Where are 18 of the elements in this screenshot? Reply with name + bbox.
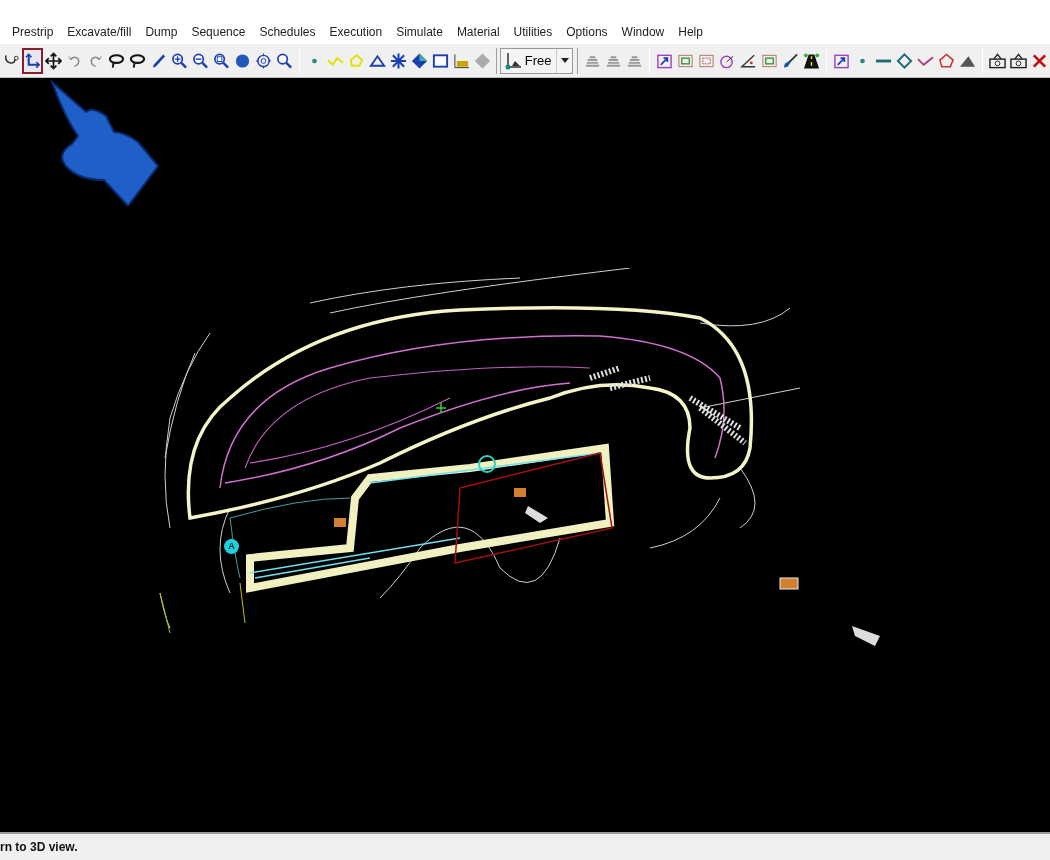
view-mode-dropdown[interactable]: Free — [499, 47, 574, 74]
pointing-hand-icon — [48, 80, 160, 206]
axis-tool-icon[interactable] — [22, 47, 43, 74]
menu-item[interactable]: Prestrip — [12, 23, 54, 41]
point-marker: A — [224, 539, 239, 554]
menu-item[interactable]: Material — [456, 23, 500, 41]
view-mode-value: Free — [524, 51, 553, 70]
menu-item[interactable]: Simulate — [396, 23, 443, 41]
menu-item[interactable]: Excavate/fill — [67, 23, 132, 41]
menu-item[interactable]: Dump — [145, 23, 178, 41]
menu-item[interactable]: Window — [621, 23, 665, 41]
menu-item[interactable]: Help — [678, 23, 703, 41]
menu-item[interactable]: Utilities — [513, 23, 553, 41]
menu-item[interactable]: Sequence — [191, 23, 246, 41]
menu-item[interactable]: Options — [566, 23, 608, 41]
menu-item[interactable]: Schedules — [259, 23, 316, 41]
status-text: rn to 3D view. — [0, 839, 78, 856]
menu-item[interactable]: Execution — [329, 23, 383, 41]
